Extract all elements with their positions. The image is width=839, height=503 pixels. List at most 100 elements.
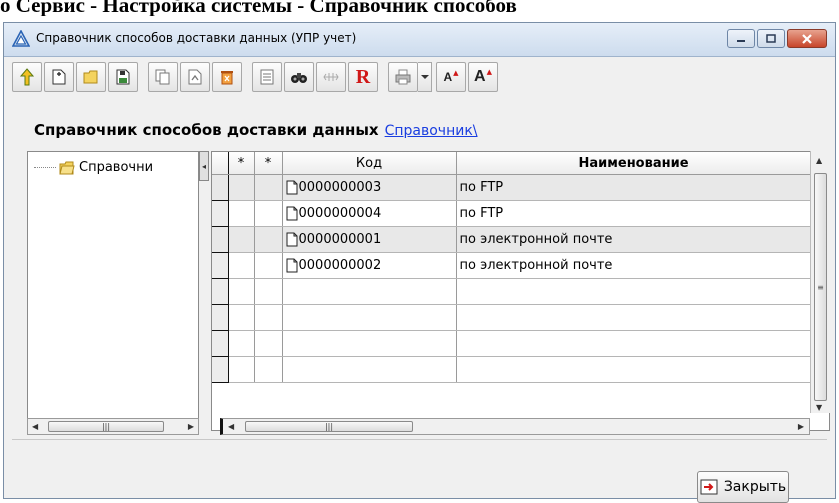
row-marker xyxy=(228,226,255,253)
code-cell[interactable]: 0000000003 xyxy=(282,174,457,201)
app-logo-icon xyxy=(12,30,30,47)
code-text: 0000000004 xyxy=(298,206,382,221)
tree-item-root[interactable]: Справочни xyxy=(34,160,153,175)
row-indicator[interactable] xyxy=(212,200,229,227)
document-icon xyxy=(286,206,297,221)
code-cell[interactable]: 0000000001 xyxy=(282,226,457,253)
name-cell[interactable]: по FTP xyxy=(456,200,812,227)
add-folder-button[interactable] xyxy=(76,62,106,92)
scroll-right-icon[interactable]: ▶ xyxy=(798,422,804,431)
empty-row xyxy=(212,356,812,383)
table-row[interactable]: 0000000004 по FTP xyxy=(212,200,812,227)
column-header-marker-1[interactable]: * xyxy=(228,152,255,175)
delete-icon xyxy=(221,71,233,85)
dialog-window: Справочник способов доставки данных (УПР… xyxy=(3,22,836,503)
name-cell[interactable]: по FTP xyxy=(456,174,812,201)
font-decrease-icon: A xyxy=(443,70,453,84)
splitter-collapse-button[interactable]: ◂ xyxy=(199,151,209,181)
row-marker xyxy=(228,174,255,201)
add-folder-icon xyxy=(83,70,98,84)
row-marker xyxy=(228,252,255,279)
scroll-left-icon[interactable]: ◀ xyxy=(228,422,234,431)
empty-cell xyxy=(282,278,457,305)
exit-icon xyxy=(700,479,718,495)
minimize-button[interactable] xyxy=(727,29,755,48)
scroll-thumb[interactable]: ≡ xyxy=(814,173,827,401)
code-cell[interactable]: 0000000004 xyxy=(282,200,457,227)
row-marker xyxy=(254,226,283,253)
maximize-button[interactable] xyxy=(757,29,785,48)
document-icon xyxy=(286,232,297,247)
footer-divider xyxy=(12,439,827,440)
close-button[interactable]: Закрыть xyxy=(697,471,789,503)
close-button-label: Закрыть xyxy=(723,479,787,495)
table-row[interactable]: 0000000001 по электронной почте xyxy=(212,226,812,253)
save-icon xyxy=(116,69,130,85)
open-button[interactable] xyxy=(180,62,210,92)
row-marker xyxy=(254,200,283,227)
empty-cell xyxy=(282,304,457,331)
copy-button[interactable] xyxy=(148,62,178,92)
empty-row xyxy=(212,278,812,305)
font-increase-button[interactable]: A ▲ xyxy=(468,62,498,92)
window-title: Справочник способов доставки данных (УПР… xyxy=(36,31,357,45)
breadcrumb-link[interactable]: Справочник\ xyxy=(385,123,478,139)
document-icon xyxy=(286,180,297,195)
maximize-icon xyxy=(766,34,776,43)
empty-cell xyxy=(254,356,283,383)
row-indicator[interactable] xyxy=(212,252,229,279)
empty-cell xyxy=(228,304,255,331)
empty-cell xyxy=(282,330,457,357)
report-button[interactable]: R xyxy=(348,62,378,92)
arrow-up-icon: ▲ xyxy=(486,68,492,76)
grid-vertical-scrollbar[interactable]: ▲ ≡ ▼ xyxy=(810,151,830,413)
page-title-text: Справочник способов доставки данных xyxy=(34,121,379,139)
scroll-thumb[interactable]: ||| xyxy=(48,421,164,432)
save-button[interactable] xyxy=(108,62,138,92)
print-options-dropdown[interactable] xyxy=(418,62,432,92)
table-row[interactable]: 0000000003 по FTP xyxy=(212,174,812,201)
font-increase-icon: A xyxy=(474,68,486,85)
scroll-right-icon[interactable]: ▶ xyxy=(188,422,194,431)
folder-icon xyxy=(59,161,75,174)
scroll-left-icon[interactable]: ◀ xyxy=(32,422,38,431)
print-button[interactable] xyxy=(388,62,418,92)
empty-cell xyxy=(456,278,812,305)
column-header-name[interactable]: Наименование xyxy=(456,152,812,175)
delete-button[interactable] xyxy=(212,62,242,92)
open-icon xyxy=(188,69,202,85)
search-button[interactable] xyxy=(284,62,314,92)
title-bar[interactable]: Справочник способов доставки данных (УПР… xyxy=(4,23,835,57)
grid-horizontal-scrollbar[interactable]: ◀ ||| ▶ xyxy=(220,418,810,435)
column-header-marker-2[interactable]: * xyxy=(254,152,283,175)
code-cell[interactable]: 0000000002 xyxy=(282,252,457,279)
row-indicator xyxy=(212,304,229,331)
code-text: 0000000003 xyxy=(298,180,382,195)
add-item-button[interactable] xyxy=(44,62,74,92)
column-header-code[interactable]: Код xyxy=(282,152,457,175)
empty-cell xyxy=(254,278,283,305)
row-indicator[interactable] xyxy=(212,226,229,253)
empty-row xyxy=(212,330,812,357)
document-heading: о Сервис - Настройка системы - Справочни… xyxy=(0,0,517,16)
scroll-thumb[interactable]: ||| xyxy=(245,421,413,432)
move-up-button[interactable] xyxy=(12,62,42,92)
tree-item-label: Справочни xyxy=(79,160,154,175)
name-cell[interactable]: по электронной почте xyxy=(456,226,812,253)
row-indicator[interactable] xyxy=(212,174,229,201)
name-cell[interactable]: по электронной почте xyxy=(456,252,812,279)
hierarchy-button[interactable] xyxy=(316,62,346,92)
table-row[interactable]: 0000000002 по электронной почте xyxy=(212,252,812,279)
list-button[interactable] xyxy=(252,62,282,92)
scroll-up-icon[interactable]: ▲ xyxy=(816,156,822,165)
empty-row xyxy=(212,304,812,331)
scroll-down-icon[interactable]: ▼ xyxy=(816,403,822,412)
empty-cell xyxy=(456,304,812,331)
close-window-button[interactable] xyxy=(787,29,827,48)
row-marker xyxy=(254,174,283,201)
copy-icon xyxy=(155,69,170,85)
tree-horizontal-scrollbar[interactable]: ◀ ||| ▶ xyxy=(27,418,199,435)
empty-cell xyxy=(456,356,812,383)
toolbar: R A ▲ A ▲ xyxy=(12,61,500,93)
font-decrease-button[interactable]: A ▲ xyxy=(436,62,466,92)
